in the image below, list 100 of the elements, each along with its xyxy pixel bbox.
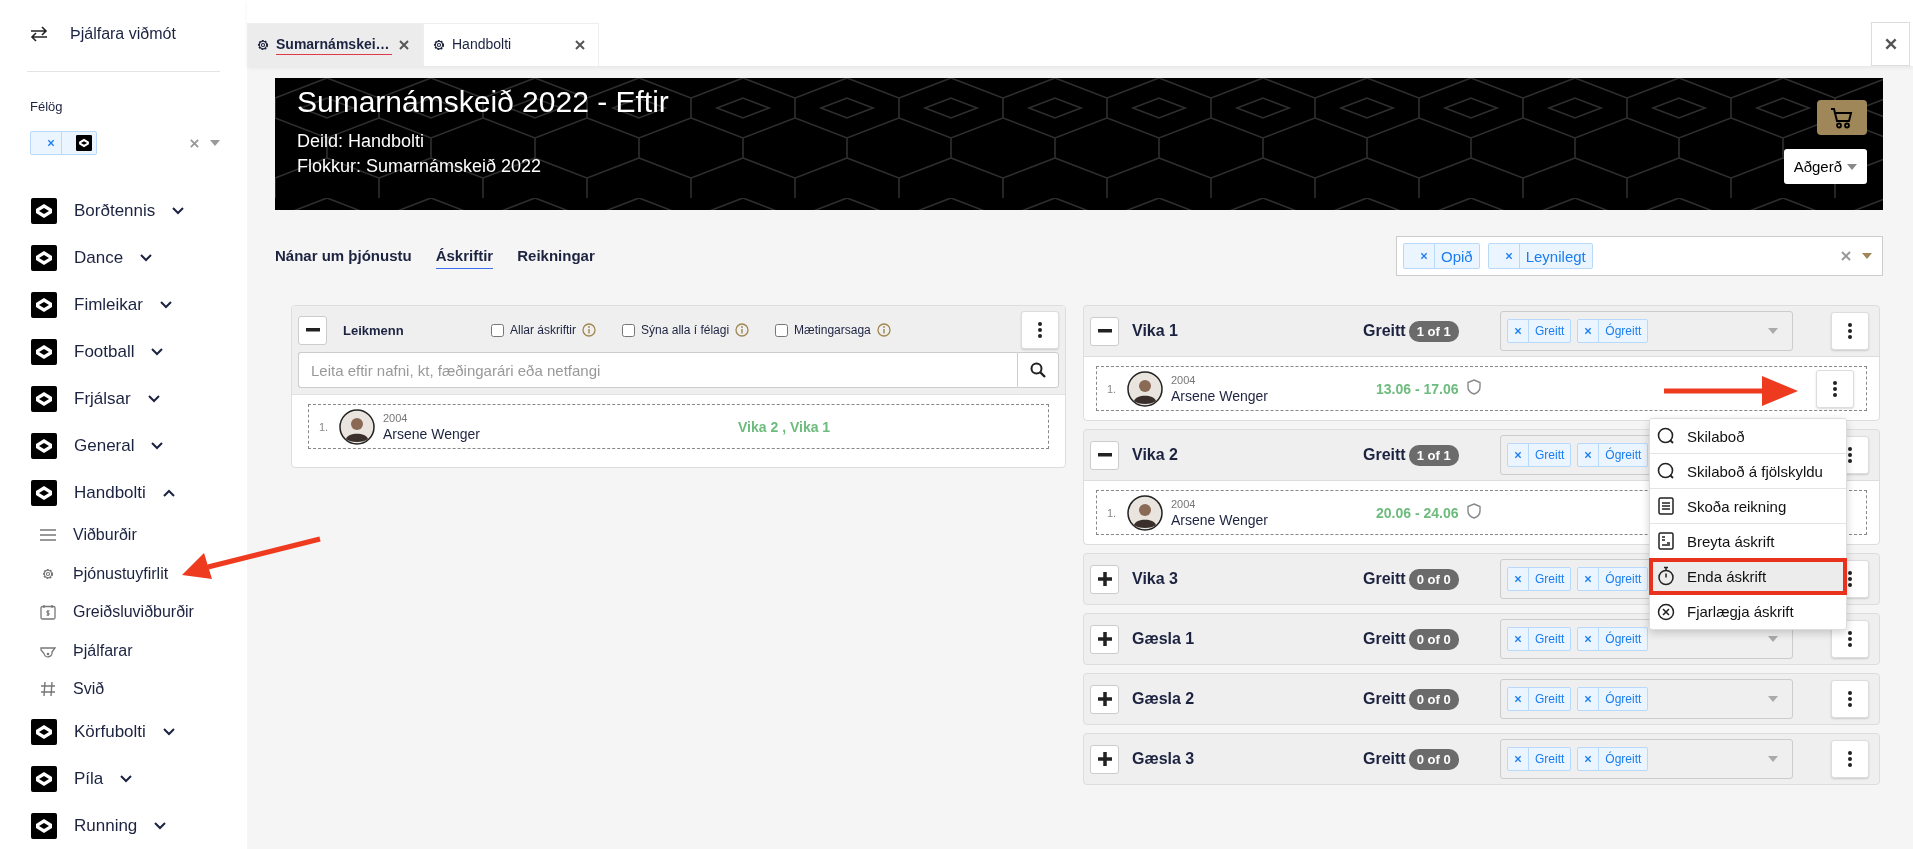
sidebar-item[interactable]: Frjálsar (31, 375, 220, 422)
interface-switch-link[interactable]: Þjálfara viðmót (70, 25, 176, 43)
filter-tag[interactable]: Ógreitt (1577, 627, 1649, 651)
speech-bubble-icon (1657, 462, 1675, 480)
chevron-icon (140, 253, 153, 262)
filter-tag[interactable]: Ógreitt (1577, 443, 1649, 467)
date-range: 13.06 - 17.06 (1376, 380, 1459, 397)
player-name[interactable]: Arsene Wenger (1171, 387, 1268, 404)
collapse-button[interactable] (1090, 316, 1119, 346)
avatar-icon (1127, 494, 1163, 531)
chevron-icon (159, 300, 172, 309)
sidebar-subitem[interactable]: Þjónustuyfirlit (36, 554, 220, 593)
filter-tag[interactable]: Greitt (1507, 319, 1572, 343)
more-icon (1848, 631, 1852, 647)
sidebar-item[interactable]: General (31, 422, 220, 469)
filter-tag[interactable]: Greitt (1507, 687, 1572, 711)
checkbox[interactable] (491, 323, 504, 337)
chevron-icon (154, 822, 167, 830)
sidebar-item[interactable]: Píla (31, 755, 220, 803)
remove-icon (1504, 252, 1513, 260)
checkbox[interactable] (775, 323, 789, 337)
payment-filter-field[interactable]: Greitt Ógreitt (1500, 311, 1793, 351)
row-number: 1. (319, 420, 330, 433)
status-filter-field[interactable]: Opið Leynilegt (1396, 236, 1883, 276)
sidebar-item[interactable]: Körfubolti (31, 708, 220, 756)
more-button[interactable] (1831, 740, 1869, 778)
remove-icon (1514, 327, 1522, 335)
club-tag[interactable] (30, 131, 97, 155)
clear-icon (1840, 250, 1852, 262)
menu-item[interactable]: Skoða reikning (1650, 489, 1846, 524)
filter-tag[interactable]: Ógreitt (1577, 687, 1649, 711)
filter-tag[interactable]: Ógreitt (1577, 567, 1649, 591)
checkbox[interactable] (622, 323, 635, 337)
info-icon (876, 323, 891, 337)
more-button[interactable] (1831, 312, 1869, 350)
club-logo-icon (31, 338, 57, 365)
filter-tag[interactable]: Opið (1403, 243, 1480, 269)
sidebar-item[interactable]: Fimleikar (31, 281, 220, 328)
club-logo-icon (31, 291, 57, 318)
document-tab[interactable]: Sumarnámskei… (247, 23, 423, 66)
sidebar-item[interactable]: Handbolti (31, 469, 220, 516)
more-button[interactable] (1831, 680, 1869, 718)
filter-tag[interactable]: Greitt (1507, 747, 1572, 771)
expand-button[interactable] (1090, 564, 1119, 594)
remove-icon (1514, 695, 1522, 703)
sidebar-item[interactable]: Borðtennis (31, 187, 220, 234)
club-logo-icon (76, 135, 92, 151)
swap-icon (30, 26, 48, 42)
search-button[interactable] (1017, 352, 1059, 388)
payment-filter-field[interactable]: Greitt Ógreitt (1500, 679, 1793, 719)
menu-item[interactable]: Enda áskrift (1650, 559, 1846, 594)
close-icon (398, 39, 410, 51)
cart-button[interactable] (1817, 100, 1867, 135)
subscription-list: Vika 2 , Vika 1 (738, 418, 831, 435)
status-label: Greitt (1363, 570, 1406, 588)
remove-icon (1584, 575, 1593, 583)
minus-icon (1097, 453, 1112, 457)
search-field[interactable]: Leita eftir nafni, kt, fæðingarári eða netfangi (298, 352, 1017, 388)
action-button[interactable]: Aðgerð (1783, 149, 1867, 184)
club-logo-icon (31, 197, 57, 224)
sidebar-item[interactable]: Running (31, 802, 220, 849)
filter-tag[interactable]: Ógreitt (1577, 319, 1649, 343)
caret-icon (1768, 636, 1778, 642)
sidebar-subitem[interactable]: Svið (36, 670, 220, 709)
club-logo-icon (31, 719, 57, 745)
collapse-button[interactable] (1090, 440, 1119, 470)
more-icon (1848, 691, 1852, 707)
menu-item[interactable]: Skilaboð (1650, 419, 1846, 454)
page-tab[interactable]: Áskriftir (435, 243, 494, 269)
status-label: Greitt (1363, 322, 1406, 340)
page-tab[interactable]: Reikningar (517, 243, 595, 269)
sidebar-item[interactable]: Dance (31, 234, 220, 281)
filter-tag[interactable]: Leynilegt (1487, 243, 1593, 269)
filter-tag[interactable]: Greitt (1507, 627, 1572, 651)
filter-tag[interactable]: Ógreitt (1577, 747, 1649, 771)
info-icon (735, 323, 750, 337)
filter-tag[interactable]: Greitt (1507, 443, 1572, 467)
group-title: Vika 1 (1132, 322, 1179, 340)
player-name[interactable]: Arsene Wenger (383, 425, 480, 442)
menu-item[interactable]: Skilaboð á fjölskyldu (1650, 454, 1846, 489)
page-tab[interactable]: Nánar um þjónustu (275, 243, 412, 269)
date-range: 20.06 - 24.06 (1376, 504, 1459, 521)
filter-tag[interactable]: Greitt (1507, 567, 1572, 591)
cart-icon (1830, 106, 1854, 129)
chevron-icon (151, 347, 164, 356)
more-button[interactable] (1816, 369, 1854, 408)
more-icon (1848, 447, 1852, 463)
expand-button[interactable] (1090, 684, 1119, 714)
payment-filter-field[interactable]: Greitt Ógreitt (1500, 739, 1793, 779)
document-tab[interactable]: Handbolti (423, 23, 599, 66)
sidebar-subitem[interactable]: Viðburðir (36, 516, 220, 555)
sidebar-subitem[interactable]: Greiðsluviðburðir (36, 593, 220, 632)
sidebar-item[interactable]: Football (31, 328, 220, 375)
sidebar-subitem[interactable]: Þjálfarar (36, 631, 220, 670)
close-button[interactable] (1871, 22, 1910, 66)
player-name[interactable]: Arsene Wenger (1171, 511, 1268, 528)
more-button[interactable] (1021, 311, 1059, 349)
collapse-button[interactable] (298, 315, 327, 345)
expand-button[interactable] (1090, 624, 1119, 654)
expand-button[interactable] (1090, 744, 1119, 774)
